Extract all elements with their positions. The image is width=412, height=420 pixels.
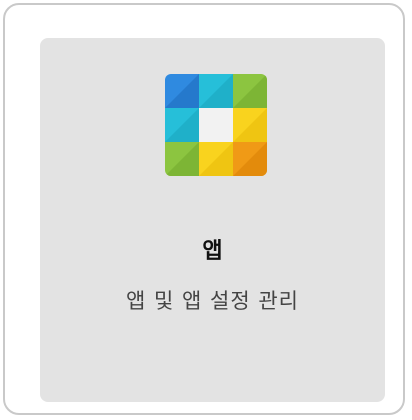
settings-card: 앱 앱 및 앱 설정 관리 bbox=[3, 3, 405, 415]
tile-title: 앱 bbox=[202, 239, 223, 264]
tile-subtitle: 앱 및 앱 설정 관리 bbox=[126, 289, 299, 313]
apps-tile[interactable]: 앱 앱 및 앱 설정 관리 bbox=[40, 38, 385, 402]
apps-icon bbox=[165, 74, 267, 176]
